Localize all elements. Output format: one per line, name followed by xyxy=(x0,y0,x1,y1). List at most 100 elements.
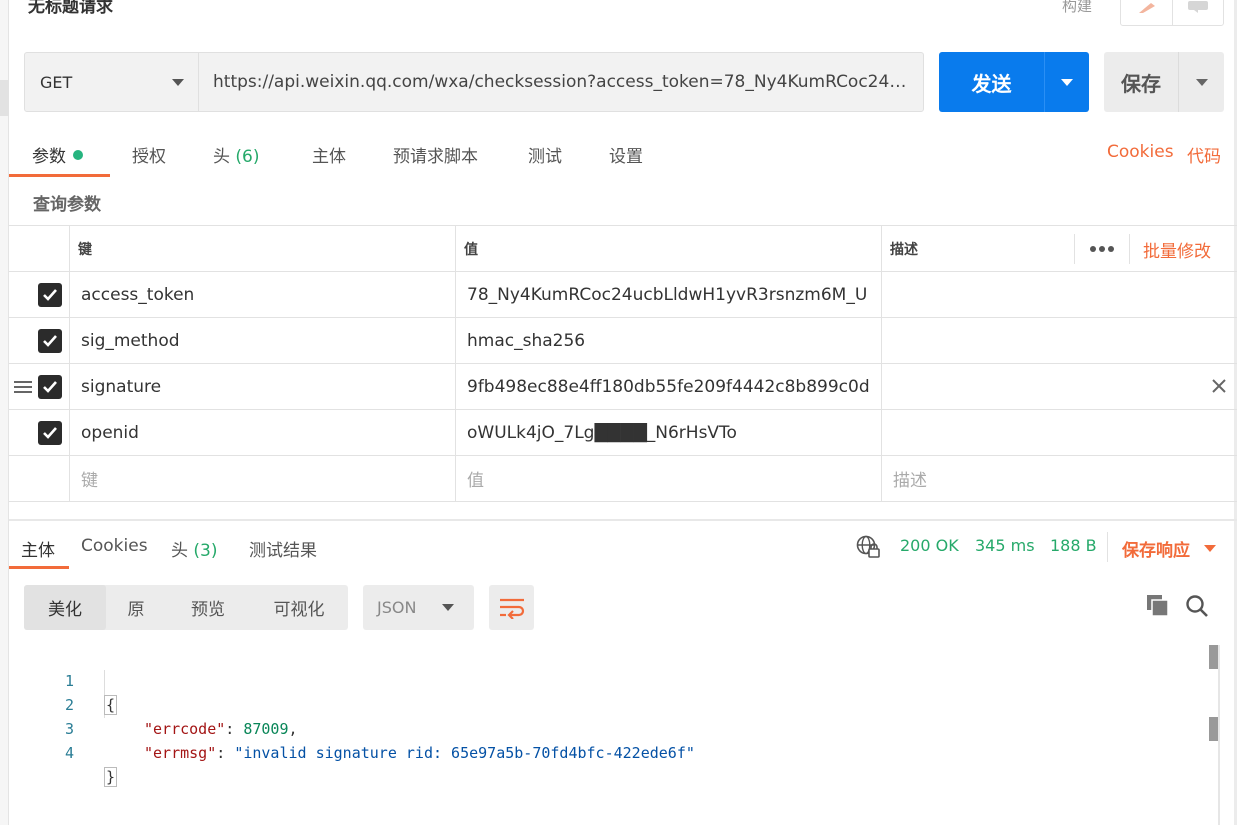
view-visualize-button[interactable]: 可视化 xyxy=(250,585,348,630)
chevron-down-icon xyxy=(442,604,454,611)
new-description-input[interactable]: 描述 xyxy=(881,456,1237,501)
tab-test-results[interactable]: 测试结果 xyxy=(249,536,317,561)
tab-response-body[interactable]: 主体 xyxy=(21,536,55,561)
table-row: sig_method hmac_sha256 xyxy=(9,318,1237,364)
param-value[interactable]: 78_Ny4KumRCoc24ucbLldwH1yvR3rsnzm6M_U xyxy=(455,272,881,317)
method-select[interactable]: GET xyxy=(25,53,199,111)
column-header-value: 值 xyxy=(455,226,881,271)
json-string-value: "invalid signature rid: 65e97a5b-70fd4bf… xyxy=(234,744,695,762)
checkmark-icon xyxy=(43,289,57,301)
save-response-button[interactable]: 保存响应 xyxy=(1122,536,1216,561)
row-checkbox[interactable] xyxy=(38,375,62,399)
param-description[interactable] xyxy=(881,318,1237,363)
save-button[interactable]: 保存 xyxy=(1104,52,1178,112)
param-value[interactable]: oWULk4jO_7Lg████_N6rHsVTo xyxy=(455,410,881,455)
active-dot-icon xyxy=(73,150,83,160)
response-body-viewer[interactable]: 1 { 2 "errcode": 87009, 3 "errmsg": "inv… xyxy=(40,645,1210,787)
checkmark-icon xyxy=(43,381,57,393)
view-mode-group: 美化 原 预览 可视化 xyxy=(24,585,348,630)
row-checkbox[interactable] xyxy=(38,283,62,307)
url-bar: GET https://api.weixin.qq.com/wxa/checks… xyxy=(24,52,924,112)
row-checkbox[interactable] xyxy=(38,421,62,445)
save-button-group: 保存 xyxy=(1104,52,1224,112)
tab-params[interactable]: 参数 xyxy=(32,142,83,167)
close-icon[interactable] xyxy=(1211,378,1227,394)
param-key[interactable]: openid xyxy=(69,410,455,455)
param-description[interactable] xyxy=(881,272,1237,317)
url-text: https://api.weixin.qq.com/wxa/checksessi… xyxy=(213,72,909,92)
table-header-row: 键 值 描述 批量修改 xyxy=(9,226,1237,272)
divider xyxy=(1074,234,1075,264)
new-value-input[interactable]: 值 xyxy=(455,456,881,501)
tab-headers[interactable]: 头 (6) xyxy=(213,142,260,167)
param-key[interactable]: sig_method xyxy=(69,318,455,363)
wrap-lines-button[interactable] xyxy=(489,585,534,630)
response-tabs: 主体 Cookies 头 (3) 测试结果 200 OK 345 ms 188 … xyxy=(9,532,1237,570)
tab-response-cookies[interactable]: Cookies xyxy=(81,536,148,556)
checkmark-icon xyxy=(43,335,57,347)
checkmark-icon xyxy=(43,427,57,439)
sidebar-collapse-handle[interactable] xyxy=(0,80,9,116)
save-dropdown-button[interactable] xyxy=(1178,52,1224,112)
table-row-new: 键 值 描述 xyxy=(9,456,1237,502)
tab-body[interactable]: 主体 xyxy=(312,142,346,167)
pane-resize-handle[interactable] xyxy=(9,519,1237,521)
code-line: 2 "errcode": 87009, xyxy=(40,669,1210,738)
param-description[interactable] xyxy=(881,410,1237,455)
build-label[interactable]: 构建 xyxy=(1062,0,1092,16)
param-key[interactable]: signature xyxy=(69,364,455,409)
table-row: signature 9fb498ec88e4ff180db55fe209f444… xyxy=(9,364,1237,410)
view-pretty-button[interactable]: 美化 xyxy=(24,585,106,630)
tab-settings[interactable]: 设置 xyxy=(609,142,643,167)
format-select[interactable]: JSON xyxy=(363,585,474,630)
request-tabs: 参数 授权 头 (6) 主体 预请求脚本 测试 设置 Cookies 代码 xyxy=(9,136,1237,178)
response-time[interactable]: 345 ms xyxy=(975,536,1035,555)
active-tab-indicator xyxy=(9,566,69,569)
comments-button[interactable] xyxy=(1171,0,1224,25)
more-options-icon[interactable] xyxy=(1089,245,1115,253)
edit-button[interactable] xyxy=(1121,0,1172,25)
row-checkbox[interactable] xyxy=(38,329,62,353)
response-status[interactable]: 200 OK xyxy=(900,536,959,555)
code-link[interactable]: 代码 xyxy=(1187,142,1221,167)
column-header-key: 键 xyxy=(69,226,455,271)
url-input[interactable]: https://api.weixin.qq.com/wxa/checksessi… xyxy=(199,53,923,111)
drag-handle-icon[interactable] xyxy=(14,378,32,396)
cookies-link[interactable]: Cookies xyxy=(1107,142,1174,162)
code-line: 3 "errmsg": "invalid signature rid: 65e9… xyxy=(40,693,1210,762)
tab-response-headers[interactable]: 头 (3) xyxy=(171,536,218,561)
new-key-input[interactable]: 键 xyxy=(69,456,455,501)
param-value[interactable]: 9fb498ec88e4ff180db55fe209f4442c8b899c0d xyxy=(455,364,881,409)
scrollbar-marker xyxy=(1209,717,1218,741)
param-value-text: 9fb498ec88e4ff180db55fe209f4442c8b899c0d xyxy=(467,376,870,397)
tab-auth[interactable]: 授权 xyxy=(132,142,166,167)
send-button[interactable]: 发送 xyxy=(939,52,1044,112)
divider xyxy=(1129,234,1130,264)
param-value-text: hmac_sha256 xyxy=(467,330,586,351)
tab-tests[interactable]: 测试 xyxy=(528,142,562,167)
bulk-edit-link[interactable]: 批量修改 xyxy=(1143,237,1211,262)
view-preview-button[interactable]: 预览 xyxy=(166,585,250,630)
params-table: 键 值 描述 批量修改 access_token 78_Ny4KumRCoc24… xyxy=(9,225,1237,502)
param-description[interactable] xyxy=(881,364,1237,409)
tab-pre-request-script[interactable]: 预请求脚本 xyxy=(393,142,478,167)
title-actions xyxy=(1120,0,1224,26)
copy-icon[interactable] xyxy=(1146,594,1170,618)
chevron-down-icon xyxy=(1195,78,1208,86)
active-tab-indicator xyxy=(9,174,110,177)
globe-lock-icon[interactable] xyxy=(856,535,880,559)
param-key[interactable]: access_token xyxy=(69,272,455,317)
chevron-down-icon xyxy=(1204,545,1216,552)
search-icon[interactable] xyxy=(1185,594,1209,618)
view-raw-button[interactable]: 原 xyxy=(106,585,166,630)
editor-scrollbar-track[interactable] xyxy=(1218,645,1220,825)
response-size[interactable]: 188 B xyxy=(1050,536,1097,555)
tab-headers-count: (6) xyxy=(235,147,260,167)
request-title[interactable]: 无标题请求 xyxy=(28,0,113,17)
param-value-text: oWULk4jO_7Lg████_N6rHsVTo xyxy=(467,422,737,443)
sidebar-edge xyxy=(0,0,9,825)
format-label: JSON xyxy=(377,598,417,617)
divider xyxy=(1107,532,1108,562)
param-value[interactable]: hmac_sha256 xyxy=(455,318,881,363)
send-dropdown-button[interactable] xyxy=(1044,52,1089,112)
